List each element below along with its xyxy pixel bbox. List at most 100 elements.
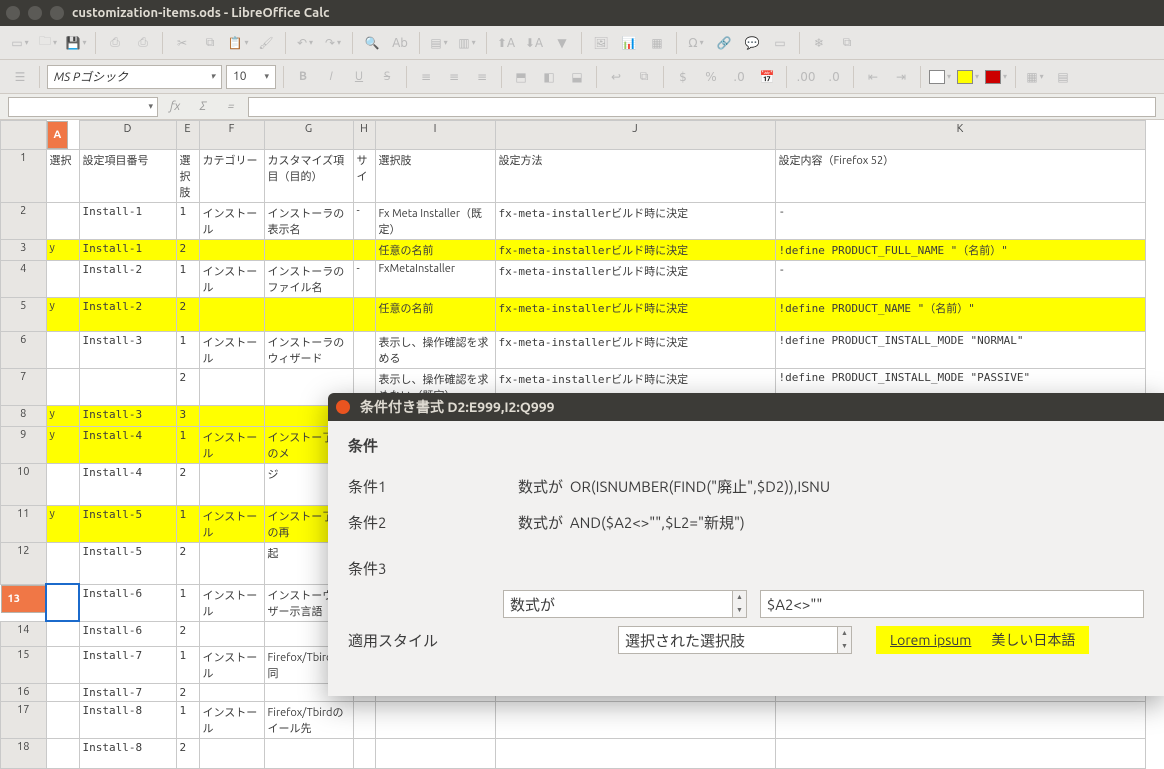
cell[interactable]: 2 (176, 368, 199, 405)
italic-icon[interactable]: I (319, 65, 343, 89)
cell[interactable]: Install-6 (79, 584, 176, 621)
font-size-combo[interactable]: 10 ▾ (226, 65, 276, 89)
equals-icon[interactable]: = (220, 100, 242, 113)
cell[interactable]: 任意の名前 (375, 297, 495, 331)
cell[interactable]: インストール (199, 202, 264, 239)
cell[interactable]: y (46, 239, 79, 260)
apply-style-select[interactable]: 選択された選択肢 ▲▼ (618, 626, 852, 654)
autofilter-icon[interactable]: ▼ (550, 31, 574, 55)
cell[interactable] (264, 239, 353, 260)
cell[interactable] (46, 463, 79, 505)
cell[interactable] (199, 542, 264, 584)
chart-icon[interactable]: 📊 (617, 31, 641, 55)
col-icon[interactable]: ▥ (455, 31, 479, 55)
cell[interactable]: 2 (176, 621, 199, 646)
cell[interactable]: インストーラのファイル名 (264, 260, 353, 297)
cell[interactable] (495, 738, 775, 768)
percent-icon[interactable]: % (699, 65, 723, 89)
cell[interactable]: 1 (176, 584, 199, 621)
cell[interactable]: インストール (199, 426, 264, 463)
find-icon[interactable]: 🔍 (360, 31, 384, 55)
cell[interactable]: 設定方法 (495, 149, 775, 202)
comment-icon[interactable]: 💬 (740, 31, 764, 55)
row-header-4[interactable]: 4 (1, 260, 47, 297)
styles-icon[interactable]: ▤ (1051, 65, 1075, 89)
indent-dec-icon[interactable]: ⇤ (861, 65, 885, 89)
condition3-expr-input[interactable]: $A2<>"" (760, 590, 1144, 618)
row-header-15[interactable]: 15 (1, 646, 47, 683)
cell[interactable] (495, 701, 775, 738)
cell[interactable] (264, 738, 353, 768)
row-header-5[interactable]: 5 (1, 297, 47, 331)
bold-icon[interactable]: B (291, 65, 315, 89)
cell[interactable]: 1 (176, 646, 199, 683)
sort-desc-icon[interactable]: ⬇A (522, 31, 546, 55)
col-header-K[interactable]: K (775, 121, 1145, 150)
number-icon[interactable]: .0 (727, 65, 751, 89)
col-header-D[interactable]: D (79, 121, 176, 150)
cell[interactable] (199, 683, 264, 701)
cell[interactable] (46, 202, 79, 239)
cell[interactable]: Install-5 (79, 542, 176, 584)
sum-icon[interactable]: Σ (192, 100, 214, 113)
cell[interactable]: fx-meta-installerビルド時に決定 (495, 331, 775, 368)
cell[interactable]: 1 (176, 331, 199, 368)
col-header-I[interactable]: I (375, 121, 495, 150)
pivot-icon[interactable]: ▦ (645, 31, 669, 55)
cell[interactable]: 選択肢 (176, 149, 199, 202)
cell[interactable] (775, 738, 1145, 768)
cell[interactable]: 2 (176, 463, 199, 505)
cell[interactable]: - (775, 202, 1145, 239)
cell[interactable]: y (46, 297, 79, 331)
cell[interactable] (46, 542, 79, 584)
cell[interactable] (46, 701, 79, 738)
cell[interactable]: fx-meta-installerビルド時に決定 (495, 260, 775, 297)
row-header-18[interactable]: 18 (1, 738, 47, 768)
highlight-color-icon[interactable] (956, 65, 980, 89)
export-pdf-icon[interactable]: ⎙ (103, 31, 127, 55)
cell[interactable]: Firefox/Tbirdのイール先 (264, 701, 353, 738)
row-header-12[interactable]: 12 (1, 542, 47, 584)
currency-icon[interactable]: $ (671, 65, 695, 89)
print-icon[interactable]: ⎙ (131, 31, 155, 55)
cell[interactable]: 2 (176, 683, 199, 701)
cell[interactable]: インストール (199, 584, 264, 621)
align-left-icon[interactable]: ≡ (414, 65, 438, 89)
cell[interactable]: y (46, 426, 79, 463)
cell[interactable]: Install-7 (79, 646, 176, 683)
row-header-8[interactable]: 8 (1, 405, 47, 426)
cut-icon[interactable]: ✂ (170, 31, 194, 55)
sidebar-toggle-icon[interactable]: ☰ (8, 65, 32, 89)
condition-row-1[interactable]: 条件1 数式が OR(ISNUMBER(FIND("廃止",$D2)),ISNU (348, 468, 1144, 504)
cell[interactable]: Fx Meta Installer（既定） (375, 202, 495, 239)
cell[interactable] (199, 297, 264, 331)
cell[interactable] (353, 701, 375, 738)
save-icon[interactable]: 💾 (64, 31, 88, 55)
cell[interactable]: インストール (199, 505, 264, 542)
cell[interactable] (375, 738, 495, 768)
spellcheck-icon[interactable]: Ab (388, 31, 412, 55)
cell[interactable] (46, 683, 79, 701)
underline-icon[interactable]: U (347, 65, 371, 89)
valign-top-icon[interactable]: ⬒ (509, 65, 533, 89)
align-right-icon[interactable]: ≡ (470, 65, 494, 89)
row-header-14[interactable]: 14 (1, 621, 47, 646)
align-center-icon[interactable]: ≡ (442, 65, 466, 89)
dec-inc-icon[interactable]: .00 (794, 65, 818, 89)
row-icon[interactable]: ▤ (427, 31, 451, 55)
cell[interactable]: 2 (176, 239, 199, 260)
cell[interactable]: fx-meta-installerビルド時に決定 (495, 297, 775, 331)
cell[interactable] (199, 368, 264, 405)
cell[interactable]: - (775, 260, 1145, 297)
cell[interactable]: 2 (176, 297, 199, 331)
cell[interactable]: Install-2 (79, 260, 176, 297)
cell[interactable] (199, 463, 264, 505)
dialog-close-button[interactable] (336, 400, 350, 414)
cell[interactable] (199, 738, 264, 768)
cell[interactable]: Install-8 (79, 738, 176, 768)
row-header-3[interactable]: 3 (1, 239, 47, 260)
cell[interactable]: インストーラの表示名 (264, 202, 353, 239)
col-header-J[interactable]: J (495, 121, 775, 150)
cell[interactable]: Install-3 (79, 405, 176, 426)
cell[interactable]: Install-1 (79, 202, 176, 239)
